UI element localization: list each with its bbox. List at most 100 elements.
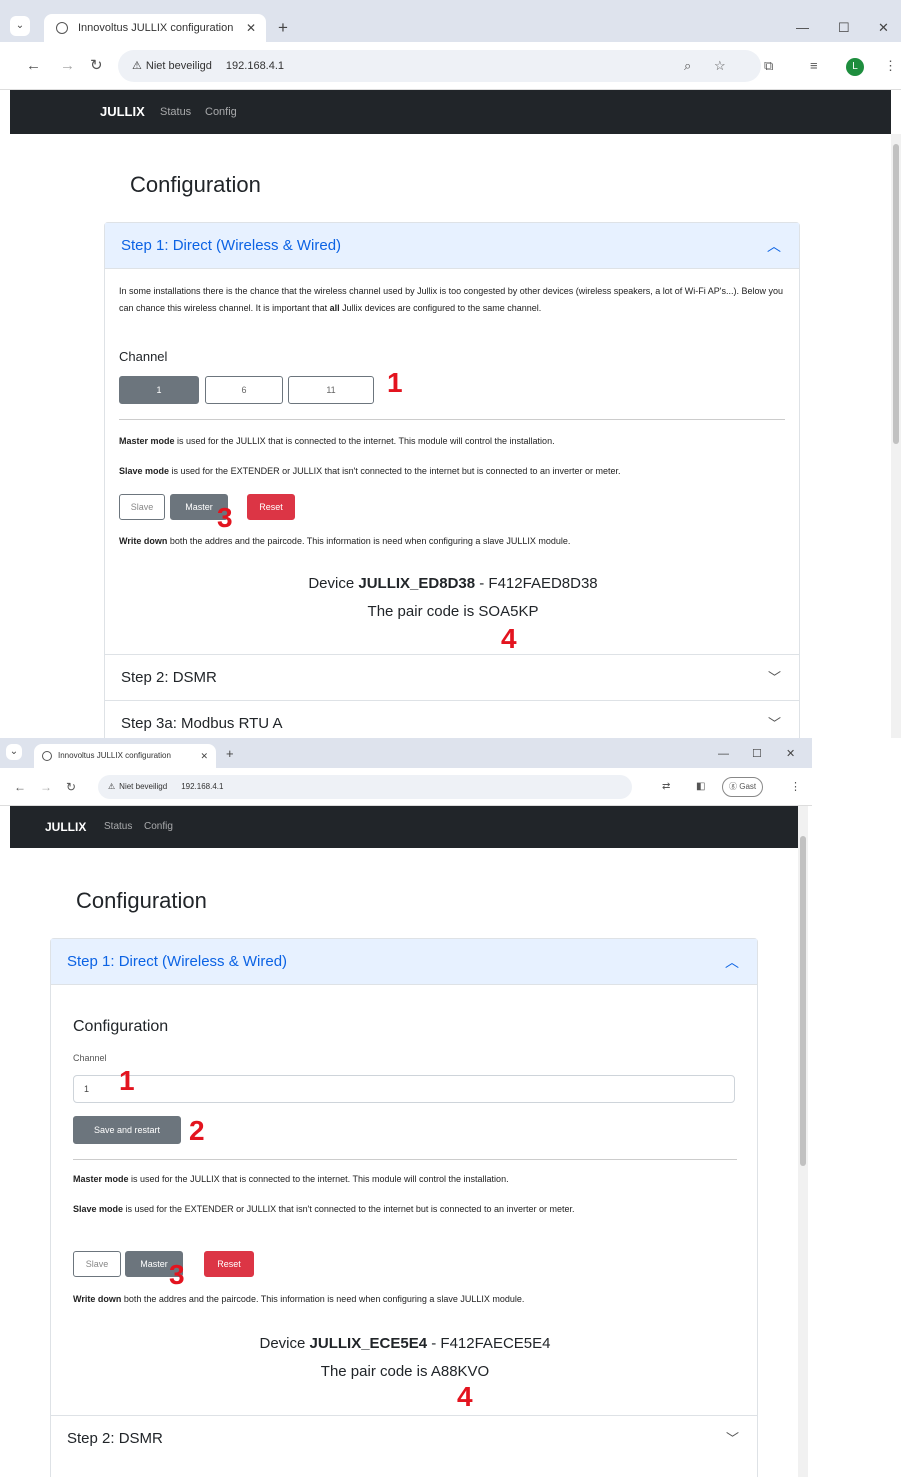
- new-tab-icon[interactable]: +: [226, 742, 234, 766]
- accordion-step1-header[interactable]: Step 1: Direct (Wireless & Wired) ︿: [105, 223, 799, 269]
- close-window-icon[interactable]: ✕: [786, 742, 795, 766]
- scrollbar[interactable]: [891, 134, 901, 738]
- warning-icon: ⚠: [108, 782, 116, 791]
- close-tab-icon[interactable]: ✕: [246, 14, 256, 42]
- globe-icon: [56, 22, 68, 34]
- extensions-icon[interactable]: ⧉: [764, 42, 773, 90]
- menu-icon[interactable]: ⋮: [884, 42, 897, 90]
- page-title: Configuration: [130, 172, 261, 197]
- nav-status-link[interactable]: Status: [104, 806, 132, 848]
- pair-code-line: The pair code is A88KVO: [320, 1363, 490, 1380]
- master-mode-text: Master mode is used for the JULLIX that …: [73, 1174, 509, 1184]
- annotation-1: 1: [387, 367, 403, 398]
- annotation-2: 2: [189, 1115, 205, 1146]
- channel-input[interactable]: 1: [73, 1075, 735, 1103]
- pair-code-line: The pair code is SOA5KP: [367, 603, 539, 620]
- url-text: 192.168.4.1: [181, 782, 224, 791]
- maximize-icon[interactable]: ☐: [838, 14, 850, 42]
- forward-icon[interactable]: →: [40, 768, 52, 806]
- nav-status-link[interactable]: Status: [160, 90, 191, 134]
- write-down-text: Write down both the addres and the pairc…: [119, 536, 571, 546]
- annotation-4: 4: [457, 1381, 473, 1412]
- back-icon[interactable]: ←: [26, 42, 41, 90]
- reload-icon[interactable]: ↻: [66, 768, 76, 806]
- address-bar-row: ← → ↻ ⚠ Niet beveiligd 192.168.4.1 ⇄ ◧ ⓖ G…: [0, 768, 812, 806]
- annotation-4: 4: [501, 623, 517, 654]
- navbar-brand[interactable]: JULLIX: [100, 90, 145, 134]
- site-navbar: JULLIX Status Config: [10, 806, 798, 848]
- reload-icon[interactable]: ↻: [90, 42, 103, 90]
- step2-title: Step 2: DSMR: [121, 669, 217, 686]
- warning-icon: ⚠: [132, 60, 142, 72]
- close-window-icon[interactable]: ✕: [878, 14, 889, 42]
- page-title: Configuration: [76, 888, 207, 913]
- browser-tab[interactable]: Innovoltus JULLIX configuration ✕: [34, 744, 216, 768]
- config-subtitle: Configuration: [73, 1018, 169, 1035]
- zoom-icon[interactable]: ⌕: [684, 42, 691, 90]
- browser-tab[interactable]: Innovoltus JULLIX configuration ✕: [44, 14, 266, 42]
- channel-label: Channel: [119, 349, 168, 364]
- address-bar-row: ← → ↻ ⚠ Niet beveiligd 192.168.4.1 ⌕ ☆ ⧉ ≡…: [0, 42, 901, 90]
- slave-mode-text: Slave mode is used for the EXTENDER or J…: [119, 466, 621, 476]
- scrollbar-thumb[interactable]: [800, 836, 806, 1166]
- guest-label: Gast: [739, 782, 757, 791]
- master-mode-text: Master mode is used for the JULLIX that …: [119, 436, 555, 446]
- divider: [73, 1159, 737, 1160]
- guest-profile-button[interactable]: ⓖ Gast: [722, 777, 764, 797]
- divider: [119, 419, 785, 420]
- screenshot-old-firmware: ⌄ Innovoltus JULLIX configuration ✕ + — …: [0, 738, 812, 1477]
- channel-11-button[interactable]: 11: [288, 376, 374, 404]
- accordion-step3a-header[interactable]: Step 3a: Modbus RTU A ﹀: [105, 700, 799, 738]
- step1-title: Step 1: Direct (Wireless & Wired): [121, 237, 342, 254]
- channel-label: Channel: [73, 1053, 107, 1063]
- security-label: Niet beveiligd: [145, 60, 212, 72]
- forward-icon[interactable]: →: [60, 42, 75, 90]
- step1-title: Step 1: Direct (Wireless & Wired): [67, 953, 288, 970]
- url-field[interactable]: ⚠ Niet beveiligd 192.168.4.1: [118, 50, 761, 82]
- reset-button[interactable]: Reset: [247, 494, 295, 520]
- bookmark-star-icon[interactable]: ☆: [714, 42, 726, 90]
- reset-button[interactable]: Reset: [204, 1251, 254, 1277]
- channel-1-button[interactable]: 1: [119, 376, 199, 404]
- close-tab-icon[interactable]: ✕: [200, 744, 208, 768]
- slave-button[interactable]: Slave: [73, 1251, 121, 1277]
- security-label: Niet beveiligd: [119, 782, 168, 791]
- step2-title: Step 2: DSMR: [67, 1430, 163, 1447]
- minimize-icon[interactable]: —: [796, 14, 809, 42]
- chevron-down-icon: ﹀: [767, 716, 781, 731]
- accordion-step2-header[interactable]: Step 2: DSMR ﹀: [105, 654, 799, 700]
- side-panel-icon[interactable]: ◧: [696, 768, 705, 806]
- tab-title: Innovoltus JULLIX configuration: [58, 751, 171, 760]
- accordion-step1-header[interactable]: Step 1: Direct (Wireless & Wired) ︿: [51, 939, 757, 985]
- back-icon[interactable]: ←: [14, 768, 26, 806]
- translate-icon[interactable]: ⇄: [662, 768, 670, 806]
- chevron-down-icon: ﹀: [725, 1431, 739, 1446]
- tab-search-icon[interactable]: ⌄: [10, 16, 30, 36]
- url-field[interactable]: ⚠ Niet beveiligd 192.168.4.1: [98, 775, 632, 799]
- accordion: Step 1: Direct (Wireless & Wired) ︿ Conf…: [50, 938, 758, 1477]
- nav-config-link[interactable]: Config: [205, 90, 237, 134]
- accordion-step2-header[interactable]: Step 2: DSMR ﹀: [51, 1415, 757, 1461]
- menu-icon[interactable]: ⋮: [790, 768, 801, 806]
- nav-config-link[interactable]: Config: [144, 806, 173, 848]
- maximize-icon[interactable]: ☐: [752, 742, 762, 766]
- minimize-icon[interactable]: —: [718, 742, 729, 766]
- save-and-restart-button[interactable]: Save and restart: [73, 1116, 181, 1144]
- chevron-up-icon: ︿: [767, 238, 781, 254]
- device-line: Device JULLIX_ECE5E4 - F412FAECE5E4: [259, 1335, 551, 1352]
- new-tab-icon[interactable]: +: [278, 14, 288, 42]
- url-text: 192.168.4.1: [225, 60, 285, 72]
- scrollbar-thumb[interactable]: [893, 144, 899, 444]
- accordion: Step 1: Direct (Wireless & Wired) ︿ In s…: [104, 222, 800, 738]
- step3a-title: Step 3a: Modbus RTU A: [121, 715, 283, 732]
- scrollbar[interactable]: [798, 806, 808, 1477]
- channel-6-button[interactable]: 6: [205, 376, 283, 404]
- chevron-up-icon: ︿: [725, 954, 739, 970]
- tab-search-icon[interactable]: ⌄: [6, 744, 22, 760]
- navbar-brand[interactable]: JULLIX: [45, 806, 86, 848]
- profile-avatar[interactable]: L: [846, 42, 864, 90]
- slave-mode-text: Slave mode is used for the EXTENDER or J…: [73, 1204, 575, 1214]
- tab-title: Innovoltus JULLIX configuration: [78, 22, 234, 34]
- slave-button[interactable]: Slave: [119, 494, 165, 520]
- media-icon[interactable]: ≡: [810, 42, 818, 90]
